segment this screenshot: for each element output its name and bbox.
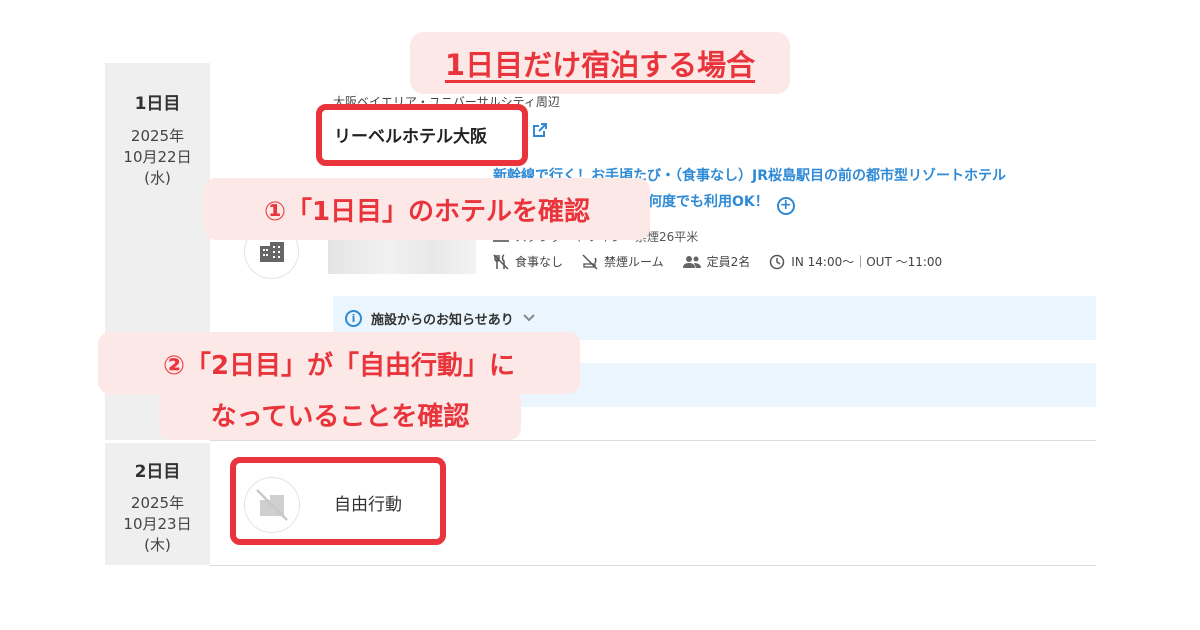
- free-action-highlight: [230, 457, 446, 545]
- callout-step1: ①「1日目」のホテルを確認: [204, 178, 650, 240]
- row-divider: [210, 440, 1096, 441]
- no-smoking-icon: [582, 253, 598, 270]
- no-meal-icon: [493, 253, 509, 270]
- amenity-checkin-label: IN 14:00〜｜OUT 〜11:00: [791, 255, 943, 269]
- day1-weekday: (水): [144, 169, 171, 187]
- page-title-banner: 1日目だけ宿泊する場合: [410, 32, 790, 94]
- row-divider: [210, 565, 1096, 566]
- people-icon: [682, 255, 701, 268]
- hotel-name-highlight: [316, 104, 528, 166]
- amenity-meal-label: 食事なし: [515, 255, 564, 269]
- day1-date: 2025年 10月22日 (水): [105, 126, 210, 189]
- page-title: 1日目だけ宿泊する場合: [444, 48, 756, 82]
- day2-date-column: 2日目 2025年 10月23日 (木): [105, 443, 210, 565]
- callout-step2-line1-text: ②「2日目」が「自由行動」に: [162, 350, 516, 381]
- day2-weekday: (木): [144, 536, 171, 554]
- day2-date: 2025年 10月23日 (木): [105, 493, 210, 556]
- day1-label: 1日目: [134, 94, 181, 114]
- clock-icon: [770, 254, 785, 269]
- day2-label: 2日目: [134, 462, 181, 482]
- facility-notice-label: 施設からのお知らせあり: [371, 312, 514, 328]
- info-icon: i: [345, 309, 362, 327]
- amenity-smoking: 禁煙ルーム: [582, 253, 664, 270]
- external-link-icon[interactable]: [532, 122, 548, 138]
- callout-step2-line2-text: なっていることを確認: [210, 401, 470, 432]
- day1-year: 2025年: [130, 127, 185, 145]
- expand-plus-icon[interactable]: +: [776, 197, 795, 215]
- building-icon: [260, 242, 284, 262]
- amenity-capacity: 定員2名: [682, 253, 751, 270]
- amenity-smoking-label: 禁煙ルーム: [604, 255, 664, 269]
- callout-step2-line1: ②「2日目」が「自由行動」に: [98, 332, 580, 394]
- amenity-checkin: IN 14:00〜｜OUT 〜11:00: [769, 253, 942, 270]
- amenity-meal: 食事なし: [493, 253, 563, 270]
- callout-step2-line2: なっていることを確認: [159, 388, 521, 440]
- chevron-down-icon: [523, 314, 535, 322]
- amenity-capacity-label: 定員2名: [706, 255, 751, 269]
- amenity-list: 食事なし 禁煙ルーム 定員2名 IN 14:00〜｜OUT 〜11:00: [493, 253, 961, 270]
- day2-year: 2025年: [130, 494, 185, 512]
- day2-monthday: 10月23日: [123, 515, 192, 533]
- callout-step1-text: ①「1日目」のホテルを確認: [263, 196, 591, 227]
- day1-monthday: 10月22日: [123, 148, 192, 166]
